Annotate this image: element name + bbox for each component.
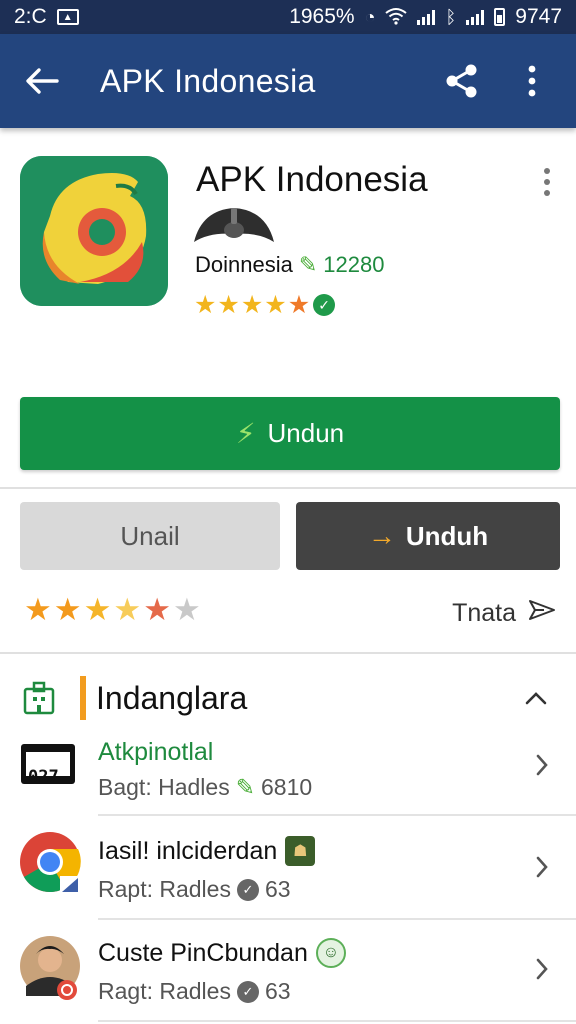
avatar (20, 932, 82, 1000)
status-left: 2:C ▲ (14, 5, 79, 29)
pencil-icon: ✎ (298, 252, 318, 277)
check-badge-icon: ✓ (236, 980, 259, 1003)
star-half-icon: ★ (172, 592, 201, 627)
bluetooth-icon: ᛒ (445, 7, 457, 27)
star-icon: ★ (143, 592, 171, 627)
chrome-icon (20, 830, 82, 894)
share-icon[interactable] (440, 59, 484, 103)
list-item-title-text: Custe PinCbundan (98, 938, 308, 967)
list-item-subtitle-text: Rapt: Radles (98, 876, 231, 902)
battery-percent: 1965% (289, 5, 355, 28)
counter-app-icon: 027 (20, 742, 82, 804)
divider (0, 487, 576, 489)
section-accent-bar (80, 676, 86, 720)
check-badge-icon: ✓ (236, 878, 259, 901)
list-divider (98, 814, 576, 816)
counter-app-icon-text: 027 (28, 767, 59, 787)
list-item[interactable]: Custe PinCbundan ☺ Ragt: Radles ✓ 63 (0, 932, 576, 1024)
developer-count: 12280 (323, 252, 385, 277)
app-logo-icon (20, 156, 168, 306)
list-item-subtitle-text: Ragt: Radles (98, 978, 231, 1004)
signal-icon (417, 9, 436, 25)
list-item-count: 63 (264, 978, 291, 1004)
star-icon: ★ (240, 291, 264, 319)
thumbnail-icon: ☗ (285, 836, 316, 866)
send-icon (528, 598, 556, 629)
list-divider (98, 918, 576, 920)
status-bar: 2:C ▲ 1965% ◔ ᛒ 9747 (0, 0, 576, 34)
download-button-label: Undun (267, 418, 345, 448)
unduh-button[interactable]: → Unduh (296, 502, 560, 570)
arrow-right-icon: → (367, 520, 396, 551)
developer-mark-icon (192, 202, 276, 246)
image-box-icon: ▲ (56, 9, 79, 25)
list-item-title-text: Iasil! inlciderdan (98, 836, 278, 865)
list-item-subtitle: Ragt: Radles ✓ 63 (98, 978, 291, 1005)
arrow-left-icon[interactable] (22, 61, 62, 101)
chevron-right-icon[interactable] (530, 750, 554, 780)
list-item-count: 6810 (260, 774, 313, 800)
building-icon (22, 681, 56, 715)
more-vertical-icon[interactable] (510, 59, 554, 103)
developer-name[interactable]: Doinnesia (195, 252, 293, 278)
star-icon: ★ (264, 291, 287, 319)
section-title: Indanglara (96, 679, 248, 716)
pencil-icon: ✎ (235, 774, 255, 800)
star-icon: ★ (194, 291, 217, 319)
rating-stars[interactable]: ★ ★ ★ ★ ★ ★ (24, 592, 201, 628)
signal-icon-2 (466, 9, 485, 25)
download-button[interactable]: ⚡ Undun (20, 397, 560, 470)
list-item-subtitle: Rapt: Radles ✓ 63 (98, 876, 291, 903)
star-icon: ★ (53, 592, 82, 627)
star-icon: ★ (113, 592, 142, 627)
unail-button[interactable]: Unail (20, 502, 280, 570)
list-item-title: Iasil! inlciderdan ☗ (98, 836, 316, 866)
list-item-count: 63 (264, 876, 291, 902)
app-toolbar: APK Indonesia (0, 34, 576, 128)
toolbar-title: APK Indonesia (100, 62, 316, 99)
star-icon: ★ (287, 291, 311, 319)
more-vertical-icon-app[interactable] (532, 164, 562, 200)
app-rating-stars: ★ ★ ★ ★ ★ ✓ (194, 290, 336, 320)
list-item-title: Atkpinotlal (98, 738, 213, 767)
bolt-icon: ⚡ (235, 418, 256, 449)
developer-row[interactable]: Doinnesia ✎ 12280 (195, 252, 384, 278)
verified-check-icon: ✓ (313, 294, 336, 316)
send-row[interactable]: Tnata (452, 598, 556, 629)
status-right: 1965% ◔ ᛒ 9747 (289, 5, 562, 29)
unail-button-label: Unail (120, 520, 180, 551)
person-badge-icon: ☺ (315, 938, 346, 968)
star-icon: ★ (24, 592, 52, 627)
chevron-up-icon[interactable] (518, 680, 554, 716)
send-label: Tnata (452, 599, 516, 627)
list-item-title-text: Atkpinotlal (98, 738, 214, 766)
list-item-subtitle: Bagt: Hadles ✎ 6810 (98, 774, 312, 801)
list-item-title: Custe PinCbundan ☺ (98, 938, 346, 968)
wifi-icon (385, 7, 408, 28)
battery-icon (494, 8, 506, 26)
divider (0, 652, 576, 654)
star-icon: ★ (217, 291, 240, 319)
list-divider (98, 1020, 576, 1022)
list-item-subtitle-text: Bagt: Hadles (98, 774, 230, 800)
chevron-right-icon[interactable] (530, 852, 554, 882)
chevron-right-icon[interactable] (530, 954, 554, 984)
unduh-button-label: Unduh (405, 520, 489, 551)
app-title: APK Indonesia (196, 160, 428, 199)
status-time-right: 9747 (515, 5, 562, 28)
list-item[interactable]: 027 Atkpinotlal Bagt: Hadles ✎ 6810 (0, 728, 576, 830)
status-time-left: 2:C (14, 5, 47, 28)
alarm-icon: ◔ (364, 7, 376, 27)
app-header: APK Indonesia Doinnesia ✎ 12280 ★ ★ ★ ★ … (0, 128, 576, 388)
star-icon: ★ (83, 592, 112, 627)
section-header[interactable]: Indanglara (0, 668, 576, 728)
list-item[interactable]: Iasil! inlciderdan ☗ Rapt: Radles ✓ 63 (0, 830, 576, 932)
